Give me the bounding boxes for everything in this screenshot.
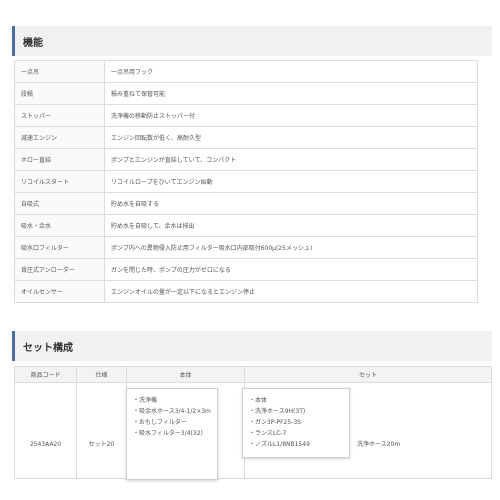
table-row: オイルセンサー エンジンオイルの量が一定以下になるとエンジン停止	[14, 280, 478, 303]
feature-label: 吸水口フィルター	[14, 236, 105, 259]
set-item: 洗浄ホース9H(3T)	[249, 406, 343, 417]
functions-heading: 機能	[12, 26, 492, 56]
feature-value: 貯め水を自吸する	[104, 192, 478, 215]
feature-label: オイルセンサー	[14, 280, 105, 303]
body-items-popup: 洗浄機吸余水ホース3/4-1/2×3mおもしフィルター吸水フィルター3/4(32…	[126, 388, 218, 480]
set-items-popup: 本体洗浄ホース9H(3T)ガン3P-PF25-3SランスLC-7ノズルL1/8N…	[242, 388, 350, 458]
feature-label: 段積	[14, 82, 105, 105]
feature-value: エンジン回転数が低く、高耐久型	[104, 126, 478, 149]
feature-value: ポンプ内への異物侵入防止用フィルター吸水口内部取付600μ(25メッシュ)	[104, 236, 478, 259]
set-item: 本体	[249, 395, 343, 406]
table-row: 段積 積み重ねて保管可能	[14, 82, 478, 105]
feature-value: ガンを閉じた時、ポンプの圧力がゼロになる	[104, 258, 478, 281]
set-item: ガン3P-PF25-3S	[249, 417, 343, 428]
table-row: 吸水・余水 貯め水を自吸して、余水は排出	[14, 214, 478, 237]
feature-label: 減速エンジン	[14, 126, 105, 149]
feature-value: 積み重ねて保管可能	[104, 82, 478, 105]
table-row: 自吸式 貯め水を自吸する	[14, 192, 478, 215]
product-code-cell: 2543AA20	[14, 382, 77, 479]
set-item: ランスLC-7	[249, 428, 343, 439]
set-item: ノズルL1/8NB1549	[249, 439, 343, 450]
feature-value: エンジンオイルの量が一定以下になるとエンジン停止	[104, 280, 478, 303]
feature-label: ストッパー	[14, 104, 105, 127]
table-row: ストッパー 洗浄機の移動防止ストッパー付	[14, 104, 478, 127]
table-row: リコイルスタート リコイルロープをひいてエンジン始動	[14, 170, 478, 193]
body-item: 吸余水ホース3/4-1/2×3m	[133, 406, 211, 417]
body-item: 吸水フィルター3/4(32)	[133, 428, 211, 439]
feature-value: ポンプとエンジンが直結していて、コンパクト	[104, 148, 478, 171]
feature-value: 一点吊用フック	[104, 60, 478, 83]
feature-value: 貯め水を自吸して、余水は排出	[104, 214, 478, 237]
feature-label: 自吸式	[14, 192, 105, 215]
feature-label: 一点吊	[14, 60, 105, 83]
body-item: おもしフィルター	[133, 417, 211, 428]
table-row: 減速エンジン エンジン回転数が低く、高耐久型	[14, 126, 478, 149]
header-body: 本体	[126, 366, 245, 383]
header-product-code: 商品コード	[14, 366, 77, 383]
set-config-heading: セット構成	[12, 331, 492, 361]
table-row: 背圧式アンローダー ガンを閉じた時、ポンプの圧力がゼロになる	[14, 258, 478, 281]
feature-label: リコイルスタート	[14, 170, 105, 193]
feature-label: 吸水・余水	[14, 214, 105, 237]
feature-value: 洗浄機の移動防止ストッパー付	[104, 104, 478, 127]
table-row: 吸水口フィルター ポンプ内への異物侵入防止用フィルター吸水口内部取付600μ(25…	[14, 236, 478, 259]
body-item: 洗浄機	[133, 395, 211, 406]
set-extra-text: 洗浄ホース20m	[357, 441, 401, 448]
functions-table: 一点吊 一点吊用フック 段積 積み重ねて保管可能 ストッパー 洗浄機の移動防止ストッパー付…	[14, 60, 478, 303]
feature-label: 背圧式アンローダー	[14, 258, 105, 281]
feature-label: ホロー直結	[14, 148, 105, 171]
feature-value: リコイルロープをひいてエンジン始動	[104, 170, 478, 193]
spec-cell: セット20	[76, 382, 127, 479]
table-row: ホロー直結 ポンプとエンジンが直結していて、コンパクト	[14, 148, 478, 171]
header-set: セット	[244, 366, 492, 383]
header-spec: 仕様	[76, 366, 127, 383]
table-row: 一点吊 一点吊用フック	[14, 60, 478, 83]
